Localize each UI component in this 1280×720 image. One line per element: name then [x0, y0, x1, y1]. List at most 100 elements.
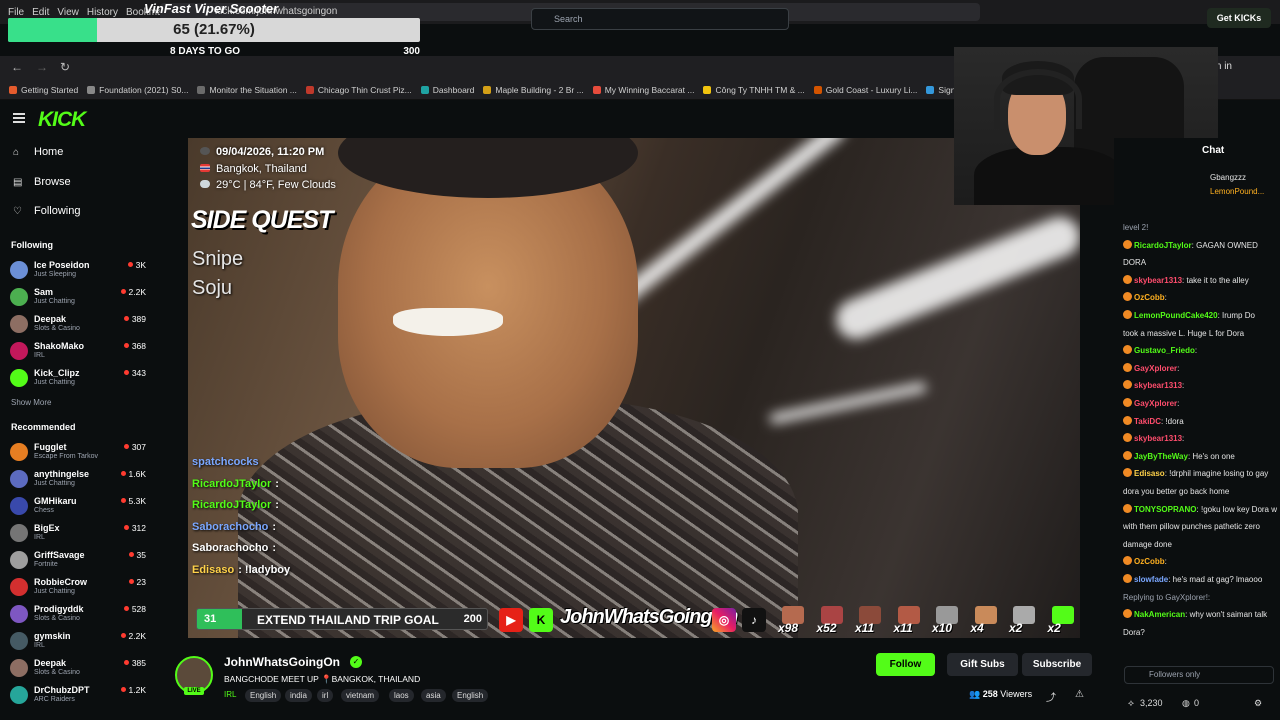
- viewer-count: 👥 258 Viewers: [969, 689, 1032, 700]
- sidebar-channel-item[interactable]: Deepak Slots & Casino 385: [8, 656, 148, 682]
- stream-tag[interactable]: india: [285, 689, 312, 702]
- sidebar-channel-item[interactable]: RobbieCrow Just Chatting 23: [8, 575, 148, 601]
- gift-subs-button[interactable]: Gift Subs: [947, 653, 1018, 676]
- chat-username[interactable]: slowfade: [1134, 575, 1168, 584]
- sidebar-channel-item[interactable]: Kick_Clipz Just Chatting 343: [8, 366, 148, 392]
- chat-message: slowfade: he's mad at gag? lmaooo: [1123, 574, 1280, 586]
- bookmark-item[interactable]: Chicago Thin Crust Piz...: [305, 85, 412, 95]
- channel-name[interactable]: JohnWhatsGoingOn: [224, 655, 340, 669]
- chat-username[interactable]: skybear1313: [1134, 276, 1182, 285]
- search-input[interactable]: Search: [531, 8, 789, 30]
- chat-text: :: [1177, 363, 1180, 373]
- chat-username[interactable]: GayXplorer: [1134, 399, 1177, 408]
- viewer-count: 35: [129, 550, 146, 560]
- brand-name: JohnWhatsGoingOn: [560, 606, 738, 628]
- chat-username[interactable]: Edisaso: [1134, 469, 1165, 478]
- sidebar-nav-following[interactable]: ♡ Following: [13, 201, 80, 221]
- sidebar-channel-item[interactable]: DrChubzDPT ARC Raiders 1.2K: [8, 683, 148, 709]
- chat-text: : take it to the alley: [1182, 275, 1249, 285]
- gift-count: x4: [970, 621, 984, 635]
- chat-message: took a massive L. Huge L for Dora: [1123, 328, 1280, 340]
- chat-username[interactable]: NakAmerican: [1134, 610, 1185, 619]
- gift-count: x11: [893, 621, 913, 635]
- chat-badge-icon: [1123, 380, 1132, 390]
- channel-name: GriffSavage: [34, 550, 85, 560]
- channel-avatar: [10, 605, 28, 623]
- follow-button[interactable]: Follow: [876, 653, 935, 676]
- overlay-chat-line: Edisaso: !ladyboy: [192, 564, 290, 576]
- chat-message: Edisaso: !drphil imagine losing to gay: [1123, 468, 1280, 480]
- sidebar-channel-item[interactable]: GMHikaru Chess 5.3K: [8, 494, 148, 520]
- sidebar-channel-item[interactable]: BigEx IRL 312: [8, 521, 148, 547]
- channel-category: Slots & Casino: [34, 325, 80, 332]
- chat-username[interactable]: OzCobb: [1134, 557, 1165, 566]
- stream-tag[interactable]: vietnam: [341, 689, 380, 702]
- bookmark-item[interactable]: Foundation (2021) S0...: [87, 85, 188, 95]
- kick-logo[interactable]: KICK: [38, 108, 86, 132]
- chat-username[interactable]: GayXplorer: [1134, 364, 1177, 373]
- forward-icon[interactable]: →: [36, 60, 48, 74]
- sidebar-nav-home[interactable]: ⌂ Home: [13, 142, 63, 162]
- chat-text: :: [1194, 346, 1198, 356]
- bookmark-item[interactable]: Dashboard: [420, 85, 474, 95]
- chat-username[interactable]: skybear1313: [1134, 381, 1182, 390]
- bookmark-item[interactable]: Công Ty TNHH TM & ...: [703, 85, 805, 95]
- bookmark-item[interactable]: Monitor the Situation ...: [197, 85, 297, 95]
- chat-username[interactable]: TakiDC: [1134, 417, 1161, 426]
- gift-counter: x98: [778, 606, 808, 635]
- stream-category[interactable]: IRL: [224, 690, 236, 699]
- chat-badge-icon: [1123, 292, 1132, 302]
- channel-name: Ice Poseidon: [34, 260, 90, 270]
- stream-tag[interactable]: irl: [317, 689, 334, 702]
- chat-text: : why won't saiman talk: [1185, 610, 1268, 620]
- sidebar-channel-item[interactable]: Sam Just Chatting 2.2K: [8, 285, 148, 311]
- sidebar-channel-item[interactable]: Prodigyddk Slots & Casino 528: [8, 602, 148, 628]
- gift-counter: x2: [1048, 606, 1078, 635]
- show-more-link[interactable]: Show More: [11, 398, 51, 407]
- chat-username[interactable]: TONYSOPRANO: [1134, 505, 1197, 514]
- chat-username[interactable]: skybear1313: [1134, 434, 1182, 443]
- chat-message: DORA: [1123, 257, 1280, 269]
- bookmark-item[interactable]: Maple Building - 2 Br ...: [483, 85, 584, 95]
- kick-points-icon[interactable]: ⟡: [1128, 698, 1134, 709]
- chat-username[interactable]: JayByTheWay: [1134, 452, 1188, 461]
- sidebar-channel-item[interactable]: GriffSavage Fortnite 35: [8, 548, 148, 574]
- sidebar-channel-item[interactable]: Ice Poseidon Just Sleeping 3K: [8, 258, 148, 284]
- bookmark-icon: [483, 85, 492, 94]
- chat-username[interactable]: Gustavo_Friedo: [1134, 346, 1195, 355]
- headphones: [994, 69, 1082, 129]
- video-player[interactable]: 09/04/2026, 11:20 PM Bangkok, Thailand 2…: [188, 138, 1080, 638]
- sidebar-channel-item[interactable]: Fugglet Escape From Tarkov 307: [8, 440, 148, 466]
- chat-input[interactable]: Followers only: [1124, 666, 1274, 684]
- channel-avatar: [10, 524, 28, 542]
- get-kicks-button[interactable]: Get KICKs: [1207, 8, 1271, 28]
- sidebar-channel-item[interactable]: anythingelse Just Chatting 1.6K: [8, 467, 148, 493]
- chat-message: TakiDC: !dora: [1123, 415, 1280, 428]
- back-icon[interactable]: ←: [11, 60, 23, 74]
- gear-icon[interactable]: ⚙: [1254, 698, 1262, 709]
- stream-tag[interactable]: laos: [389, 689, 414, 702]
- channel-name: anythingelse: [34, 469, 90, 479]
- sidebar-nav-browse[interactable]: ▤ Browse: [13, 172, 71, 192]
- share-icon[interactable]: ⤴: [1046, 689, 1056, 704]
- overlay-datetime-text: 09/04/2026, 11:20 PM: [216, 146, 325, 158]
- stream-tag[interactable]: English: [245, 689, 282, 702]
- sidebar-channel-item[interactable]: ShakoMako IRL 368: [8, 339, 148, 365]
- chat-text: : !dora: [1160, 416, 1184, 426]
- chat-username[interactable]: RicardoJTaylor: [1134, 241, 1192, 250]
- bookmark-item[interactable]: My Winning Baccarat ...: [592, 85, 694, 95]
- menu-icon[interactable]: [13, 113, 25, 123]
- stream-tag[interactable]: English: [452, 689, 489, 702]
- reload-icon[interactable]: ↻: [60, 60, 70, 74]
- sidebar-channel-item[interactable]: gymskin IRL 2.2K: [8, 629, 148, 655]
- chat-username[interactable]: LemonPoundCake420: [1134, 311, 1218, 320]
- report-icon[interactable]: ⚠: [1075, 689, 1084, 700]
- subscribe-button[interactable]: Subscribe: [1022, 653, 1092, 676]
- chat-username[interactable]: OzCobb: [1134, 293, 1165, 302]
- sidebar-channel-item[interactable]: Deepak Slots & Casino 389: [8, 312, 148, 338]
- bookmark-item[interactable]: Gold Coast - Luxury Li...: [813, 85, 917, 95]
- stream-tag[interactable]: asia: [421, 689, 446, 702]
- bookmark-item[interactable]: Getting Started: [9, 85, 78, 95]
- chat-message: damage done: [1123, 539, 1280, 551]
- kicks-icon[interactable]: ◍: [1182, 698, 1190, 709]
